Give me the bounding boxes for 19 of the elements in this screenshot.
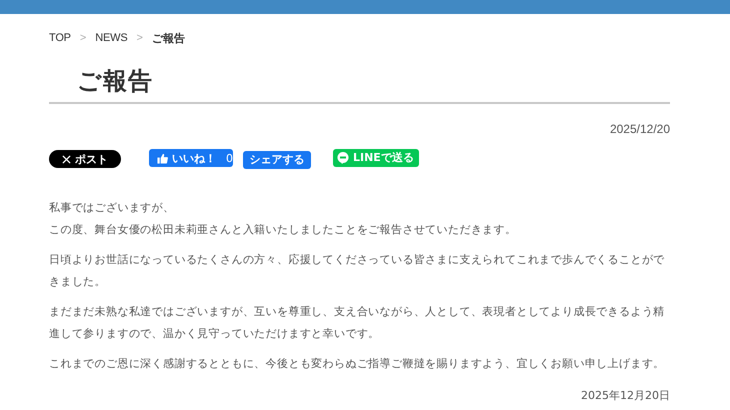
breadcrumb-link[interactable]: NEWS [95, 32, 128, 44]
article-paragraph: この度、舞台女優の松田未莉亜さんと入籍いたしましたことをご報告させていただきます。 [49, 222, 518, 238]
post-date: 2025/12/20 [608, 122, 670, 136]
speech-bubble-icon [337, 152, 349, 164]
article-paragraph: 日頃よりお世話になっているたくさんの方々、応援してくださっている皆さまに支えられてこれまで歩んでくることができました。 [49, 252, 666, 290]
breadcrumb-separator: > [136, 32, 143, 44]
post-button[interactable]: ポスト [49, 150, 121, 168]
article-paragraph: まだまだ未熟な私達ではございますが、互いを尊重し、支え合いながら、人として、表現者としてより成長できるよう精進して参りますので、温かく見守っていただけますと幸いです。 [49, 304, 666, 342]
breadcrumb-current: ご報告 [152, 32, 185, 46]
breadcrumb-link[interactable]: TOP [49, 32, 71, 44]
page-title: ご報告 [49, 66, 670, 104]
like-button[interactable]: いいね！ 0 [149, 149, 233, 168]
x-logo-icon [62, 154, 71, 164]
share-button[interactable]: シェアする [243, 150, 311, 168]
article-paragraph: これまでのご恩に深く感謝するとともに、今後とも変わらぬご指導ご鞭撻を賜りますよう、宜しくお願い申し上げます。 [49, 356, 666, 372]
breadcrumb-separator: > [80, 32, 86, 44]
thumbs-up-icon [157, 152, 168, 164]
article-paragraph: 私事ではございますが、 [49, 200, 176, 216]
signature-date: 2025年12月20日 [580, 388, 670, 402]
